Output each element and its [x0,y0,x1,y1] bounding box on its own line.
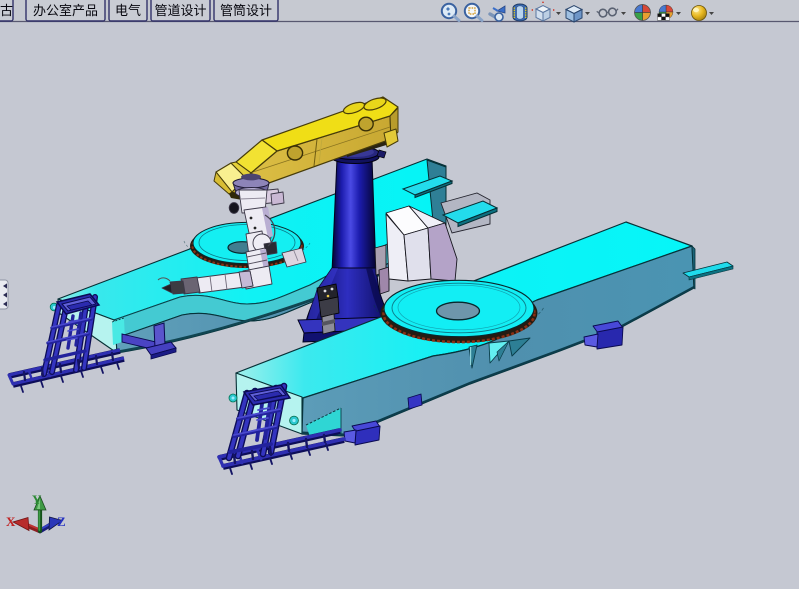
svg-text:X: X [6,514,16,529]
svg-text:电气: 电气 [115,3,141,18]
svg-text:Z: Z [57,514,66,529]
svg-text:办公室产品: 办公室产品 [33,3,98,18]
svg-text:管道设计: 管道设计 [154,3,206,18]
svg-text:Y: Y [32,492,42,507]
svg-text:古: 古 [0,3,13,18]
svg-text:管筒设计: 管筒设计 [220,3,272,18]
